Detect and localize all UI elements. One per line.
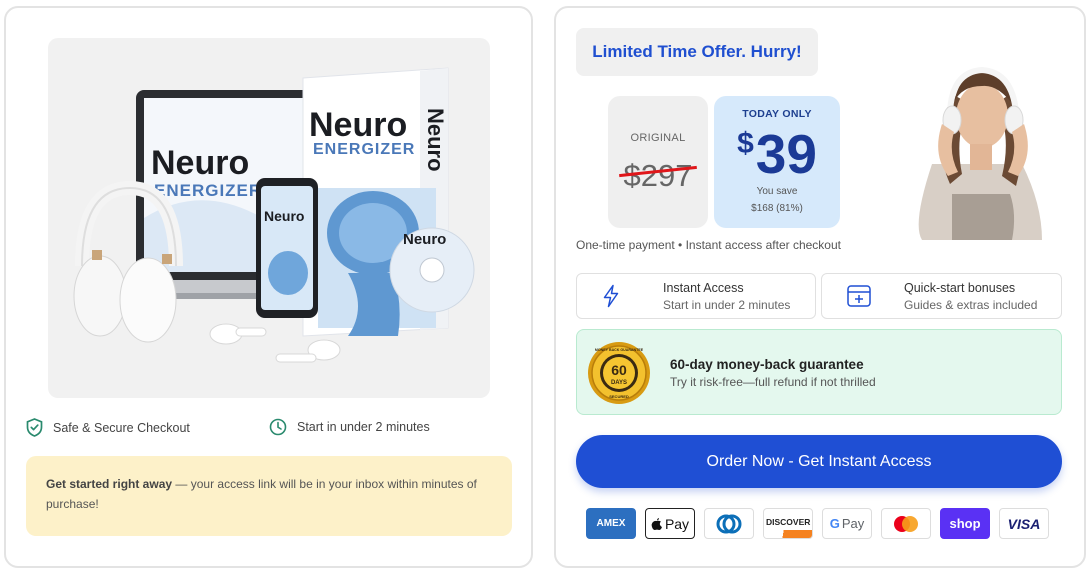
feature-bonuses-title: Quick-start bonuses bbox=[904, 281, 1016, 295]
apple-pay-icon: Pay bbox=[645, 508, 695, 539]
product-bundle-illustration: Neuro ENERGIZER Neuro ENERGIZER Neuro Ne… bbox=[73, 67, 475, 363]
info-note-bold: Get started right away bbox=[46, 477, 173, 491]
trust-fast: Start in under 2 minutes bbox=[269, 418, 430, 436]
currency-symbol: $ bbox=[737, 127, 754, 160]
apple-logo-icon bbox=[651, 517, 662, 530]
info-note: Get started right away — your access lin… bbox=[26, 456, 512, 536]
lightning-icon bbox=[603, 284, 619, 308]
trust-row: Safe & Secure Checkout Start in under 2 … bbox=[26, 418, 516, 440]
you-save-label: You save bbox=[756, 186, 798, 197]
phone-brand-text: Neuro bbox=[264, 208, 304, 224]
payment-note: One-time payment • Instant access after … bbox=[576, 238, 841, 252]
guarantee-box: 60 DAYS MONEY BACK GUARANTEE SECURED 60-… bbox=[576, 329, 1062, 415]
feature-bonuses: Quick-start bonuses Guides & extras incl… bbox=[821, 273, 1062, 319]
box-brand-text: Neuro bbox=[309, 106, 407, 144]
seal-number: 60 bbox=[611, 362, 627, 378]
feature-instant-title: Instant Access bbox=[663, 281, 744, 295]
discover-icon: DISCOVER bbox=[763, 508, 813, 539]
original-price-box: ORIGINAL $297 bbox=[608, 96, 708, 228]
product-card: Neuro ENERGIZER Neuro ENERGIZER Neuro Ne… bbox=[4, 6, 533, 568]
today-price-box: TODAY ONLY $39 You save $168 (81%) bbox=[714, 96, 840, 228]
laptop-brand-text: Neuro bbox=[151, 144, 249, 182]
seal-top-text: MONEY BACK GUARANTEE bbox=[595, 348, 644, 352]
today-price-value: 39 bbox=[755, 123, 817, 185]
feature-bonuses-sub: Guides & extras included bbox=[904, 298, 1038, 312]
box-sub-text: ENERGIZER bbox=[313, 141, 415, 158]
seal-bottom-text: SECURED bbox=[609, 394, 629, 399]
order-now-button[interactable]: Order Now - Get Instant Access bbox=[576, 435, 1062, 488]
mastercard-icon bbox=[881, 508, 931, 539]
trust-fast-label: Start in under 2 minutes bbox=[297, 420, 430, 434]
visa-icon: VISA bbox=[999, 508, 1049, 539]
woman-headphones-image bbox=[918, 66, 1042, 240]
amex-icon: AMEX bbox=[586, 508, 636, 539]
google-pay-icon: G Pay bbox=[822, 508, 872, 539]
payment-methods: AMEX Pay DISCOVER G Pay shop VISA bbox=[586, 508, 1056, 540]
original-price-label: ORIGINAL bbox=[630, 132, 686, 144]
seal-days: DAYS bbox=[611, 380, 627, 386]
limited-offer-badge: Limited Time Offer. Hurry! bbox=[576, 28, 818, 76]
shield-check-icon bbox=[26, 418, 43, 437]
feature-instant-sub: Start in under 2 minutes bbox=[663, 298, 791, 312]
mastercard-logo-icon bbox=[894, 515, 918, 532]
save-amount: $168 (81%) bbox=[751, 203, 803, 214]
guarantee-title: 60-day money-back guarantee bbox=[670, 357, 864, 372]
disc-brand-text: Neuro bbox=[403, 231, 446, 248]
today-price-label: TODAY ONLY bbox=[742, 108, 812, 120]
diners-club-icon bbox=[704, 508, 754, 539]
clock-icon bbox=[269, 418, 287, 436]
money-back-seal-icon: 60 DAYS MONEY BACK GUARANTEE SECURED bbox=[588, 342, 650, 404]
trust-secure: Safe & Secure Checkout bbox=[26, 418, 190, 437]
today-price-amount: $39 bbox=[714, 122, 840, 186]
product-image: Neuro ENERGIZER Neuro ENERGIZER Neuro Ne… bbox=[48, 38, 490, 398]
trust-secure-label: Safe & Secure Checkout bbox=[53, 420, 190, 435]
diners-logo-icon bbox=[716, 514, 742, 533]
box-spine-text: Neuro bbox=[423, 108, 448, 172]
guarantee-sub: Try it risk-free—full refund if not thri… bbox=[670, 375, 876, 389]
gift-box-icon bbox=[847, 285, 871, 307]
checkout-card: Limited Time Offer. Hurry! ORIGINAL $297… bbox=[554, 6, 1086, 568]
feature-instant-access: Instant Access Start in under 2 minutes bbox=[576, 273, 816, 319]
shop-pay-icon: shop bbox=[940, 508, 990, 539]
laptop-sub-text: ENERGIZER bbox=[154, 181, 262, 200]
